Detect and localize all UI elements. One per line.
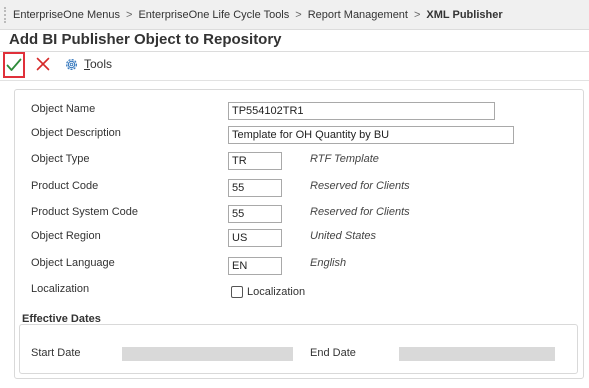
- end-date-label: End Date: [310, 347, 356, 359]
- breadcrumb-item-enterpriseone-menus[interactable]: EnterpriseOne Menus: [13, 9, 120, 21]
- tools-label-rest: ools: [90, 57, 113, 71]
- checkmark-icon: [6, 58, 22, 71]
- breadcrumb-separator: >: [295, 8, 302, 21]
- localization-checkbox[interactable]: [231, 286, 243, 298]
- breadcrumb-item-xml-publisher: XML Publisher: [426, 8, 503, 21]
- object-type-label: Object Type: [31, 153, 90, 165]
- object-region-description: United States: [310, 230, 377, 242]
- start-date-label: Start Date: [31, 347, 81, 359]
- tools-label: Tools: [84, 57, 112, 71]
- breadcrumb-grip: [4, 6, 8, 23]
- object-region-input[interactable]: US: [228, 229, 282, 247]
- object-region-label: Object Region: [31, 230, 101, 242]
- breadcrumb-separator: >: [126, 8, 133, 21]
- breadcrumb-item-life-cycle-tools[interactable]: EnterpriseOne Life Cycle Tools: [138, 9, 289, 21]
- product-code-input[interactable]: 55: [228, 179, 282, 197]
- object-language-label: Object Language: [31, 257, 115, 269]
- breadcrumb: EnterpriseOne Menus > EnterpriseOne Life…: [0, 0, 589, 30]
- cancel-button[interactable]: [34, 55, 52, 73]
- object-type-input[interactable]: TR: [228, 152, 282, 170]
- object-language-input[interactable]: EN: [228, 257, 282, 275]
- ok-button[interactable]: [3, 52, 25, 78]
- breadcrumb-item-report-management[interactable]: Report Management: [308, 9, 408, 21]
- localization-checkbox-label[interactable]: Localization: [247, 286, 305, 298]
- object-language-description: English: [310, 257, 347, 269]
- object-description-label: Object Description: [31, 127, 121, 139]
- breadcrumb-separator: >: [413, 8, 421, 21]
- localization-label: Localization: [31, 283, 90, 295]
- object-name-label: Object Name: [31, 103, 96, 115]
- product-code-label: Product Code: [31, 180, 99, 192]
- end-date-field[interactable]: [399, 347, 555, 361]
- close-icon: [36, 57, 50, 71]
- tools-menu-button[interactable]: Tools: [64, 56, 112, 72]
- product-system-code-label: Product System Code: [31, 206, 138, 218]
- product-system-code-description: Reserved for Clients: [310, 206, 410, 218]
- product-system-code-input[interactable]: 55: [228, 205, 282, 223]
- object-name-input[interactable]: TP554102TR1: [228, 102, 495, 120]
- gear-icon: [65, 58, 78, 70]
- object-description-input[interactable]: Template for OH Quantity by BU: [228, 126, 514, 144]
- page-title: Add BI Publisher Object to Repository: [9, 31, 282, 48]
- object-type-description: RTF Template: [310, 153, 379, 165]
- product-code-description: Reserved for Clients: [310, 180, 410, 192]
- start-date-field[interactable]: [122, 347, 293, 361]
